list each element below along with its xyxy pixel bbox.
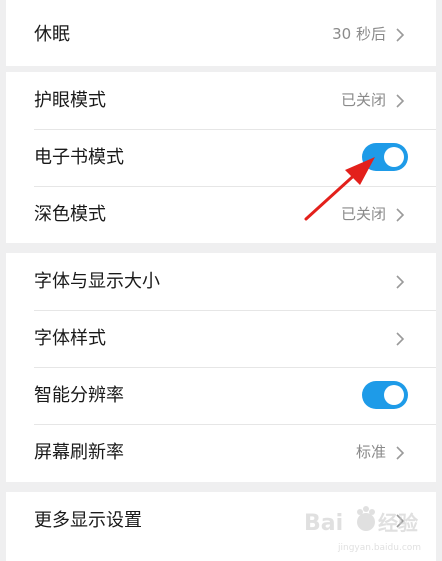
svg-text:Bai: Bai — [304, 511, 343, 536]
annotation-arrow-icon — [304, 157, 375, 221]
baidu-watermark-logo: Bai 经验 jingyan.baidu.com — [304, 506, 421, 553]
svg-text:jingyan.baidu.com: jingyan.baidu.com — [337, 543, 421, 553]
svg-text:经验: 经验 — [378, 511, 418, 535]
